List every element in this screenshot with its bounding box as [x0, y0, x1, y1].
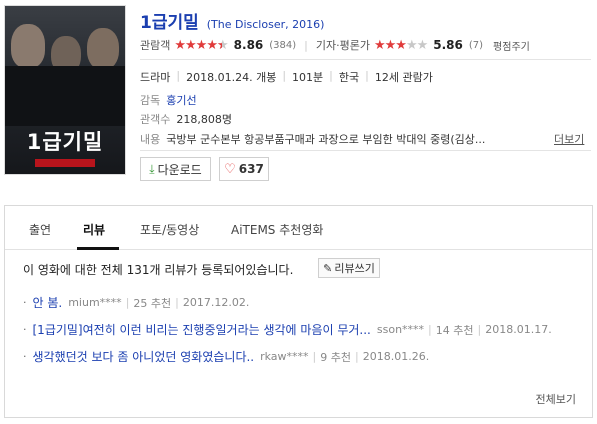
divider: | — [125, 296, 130, 309]
view-all-link[interactable]: 전체보기 — [536, 391, 576, 407]
like-button[interactable]: ♡ 637 — [219, 157, 269, 181]
tab-recommended[interactable]: AiTEMS 추천영화 — [231, 221, 323, 238]
divider: | — [428, 323, 432, 336]
plot-row: 내용 국방부 군수본부 항공부품구매과 과장으로 부임한 박대익 중령(김상..… — [140, 131, 485, 147]
poster-title: 1급기밀 — [26, 130, 104, 154]
bullet-icon: · — [23, 323, 27, 336]
tab-photo-video[interactable]: 포토/동영상 — [140, 221, 199, 238]
like-count: 637 — [238, 162, 264, 176]
write-review-button[interactable]: ✎ 리뷰쓰기 — [318, 258, 380, 278]
audience-number: 218,808명 — [176, 113, 232, 126]
divider: | — [176, 69, 181, 82]
tab-cast[interactable]: 출연 — [29, 221, 51, 238]
audience-count: (384) — [269, 39, 297, 51]
more-link[interactable]: 더보기 — [554, 131, 584, 147]
review-title[interactable]: 생각했던것 보다 좀 아니었던 영화였습니다.. — [33, 348, 255, 365]
critic-count: (7) — [468, 39, 484, 51]
audience-score: 8.86 — [233, 38, 264, 52]
divider: | — [355, 350, 359, 363]
divider: | — [477, 323, 482, 336]
divider: | — [312, 350, 317, 363]
rating-row: 관람객 ★★★★★★ 8.86 (384) | 기자·평론가 ★★★★★ 5.8… — [140, 37, 530, 53]
review-author: rkaw**** — [260, 350, 309, 363]
download-label: 다운로드 — [157, 162, 202, 177]
audience-label: 관객수 — [140, 113, 171, 126]
bullet-icon: · — [23, 296, 27, 309]
director-row: 감독 홍기선 — [140, 92, 197, 108]
divider — [140, 150, 591, 151]
genre[interactable]: 드라마 — [140, 69, 170, 85]
tab-bar: 출연 리뷰 포토/동영상 AiTEMS 추천영화 — [5, 206, 592, 250]
divider: | — [365, 69, 369, 82]
runtime: 101분 — [292, 71, 324, 84]
review-date: 2018.01.17. — [485, 323, 552, 336]
release-date: 2018.01.24. 개봉 — [186, 71, 277, 84]
divider: | — [175, 296, 179, 309]
active-tab-indicator — [77, 247, 119, 250]
review-recommend: 9 추천 — [320, 350, 352, 364]
review-recommend: 25 추천 — [133, 296, 172, 310]
divider — [140, 59, 591, 60]
audience-row: 관객수 218,808명 — [140, 111, 232, 127]
list-item: · 생각했던것 보다 좀 아니었던 영화였습니다.. rkaw**** | 9 … — [23, 348, 429, 365]
divider: | — [329, 69, 333, 82]
write-review-label: 리뷰쓰기 — [334, 262, 375, 275]
review-title[interactable]: 안 봄. — [33, 294, 63, 311]
list-item: · [1급기밀]여전히 이런 비리는 진행중일거라는 생각에 마음이 무거...… — [23, 321, 552, 338]
rate-movie-button[interactable]: 평점주기 — [493, 38, 530, 53]
review-date: 2017.12.02. — [182, 296, 250, 309]
movie-original-title: (The Discloser, 2016) — [206, 18, 325, 31]
poster-figure — [11, 24, 45, 68]
age-rating: 12세 관람가 — [374, 71, 433, 84]
country[interactable]: 한국 — [339, 69, 359, 85]
list-item: · 안 봄. mium**** | 25 추천 | 2017.12.02. — [23, 294, 249, 311]
critic-star-rating: ★★★★★ — [373, 37, 428, 53]
poster-figure — [5, 66, 125, 126]
audience-rating-label: 관람객 — [140, 39, 171, 52]
divider: | — [304, 38, 308, 52]
review-title[interactable]: [1급기밀]여전히 이런 비리는 진행중일거라는 생각에 마음이 무거... — [33, 321, 371, 338]
divider: | — [282, 69, 287, 82]
review-date: 2018.01.26. — [362, 350, 430, 363]
bullet-icon: · — [23, 350, 27, 363]
pencil-icon: ✎ — [323, 261, 333, 275]
poster-figure — [87, 28, 119, 70]
poster-date-banner — [35, 159, 95, 167]
review-author: mium**** — [68, 296, 122, 309]
download-icon: ⤓ — [149, 161, 155, 176]
review-count-text: 이 영화에 대한 전체 131개 리뷰가 등록되어있습니다. — [23, 263, 294, 277]
review-recommend: 14 추천 — [435, 323, 474, 337]
director-label: 감독 — [140, 94, 161, 107]
audience-star-rating: ★★★★★★ — [174, 37, 228, 53]
review-panel: 출연 리뷰 포토/동영상 AiTEMS 추천영화 이 영화에 대한 전체 131… — [4, 205, 593, 418]
plot-label: 내용 — [140, 133, 161, 146]
movie-title[interactable]: 1급기밀 — [140, 8, 199, 33]
download-button[interactable]: ⤓ 다운로드 — [140, 157, 211, 181]
movie-info-row: 드라마 | 2018.01.24. 개봉 | 101분 | 한국 | 12세 관… — [140, 69, 433, 85]
movie-poster[interactable]: 1급기밀 — [4, 5, 126, 175]
director-link[interactable]: 홍기선 — [166, 92, 196, 108]
tab-reviews[interactable]: 리뷰 — [83, 221, 105, 238]
title-row: 1급기밀 (The Discloser, 2016) — [140, 8, 324, 33]
critic-score: 5.86 — [433, 38, 463, 52]
heart-icon: ♡ — [224, 161, 236, 177]
review-author: sson**** — [376, 323, 425, 336]
plot-summary: 국방부 군수본부 항공부품구매과 과장으로 부임한 박대익 중령(김상... — [166, 133, 486, 146]
critic-rating-label: 기자·평론가 — [315, 39, 370, 52]
